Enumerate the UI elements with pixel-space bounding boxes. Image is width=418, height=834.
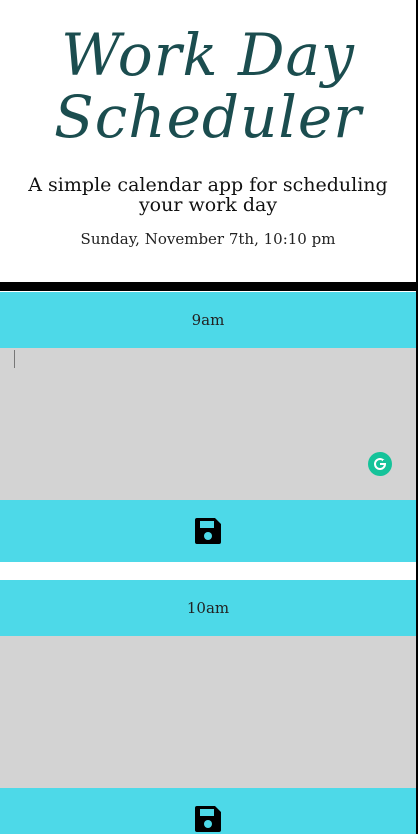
header-divider	[0, 282, 416, 291]
page-subtitle: A simple calendar app for scheduling you…	[28, 174, 388, 216]
page-title: Work Day Scheduler	[54, 21, 362, 151]
event-textarea[interactable]	[0, 348, 416, 500]
current-date: Sunday, November 7th, 10:10 pm	[80, 230, 336, 248]
save-button[interactable]	[0, 500, 416, 562]
header: Work Day Scheduler A simple calendar app…	[0, 0, 416, 282]
save-button[interactable]	[0, 788, 416, 834]
hour-label: 10am	[0, 580, 416, 636]
event-textarea[interactable]	[0, 636, 416, 788]
text-cursor	[14, 350, 15, 368]
hour-label: 9am	[0, 292, 416, 348]
grammarly-icon[interactable]	[368, 452, 392, 476]
page: Work Day Scheduler A simple calendar app…	[0, 0, 418, 834]
floppy-disk-icon	[195, 518, 221, 544]
floppy-disk-icon	[195, 806, 221, 832]
